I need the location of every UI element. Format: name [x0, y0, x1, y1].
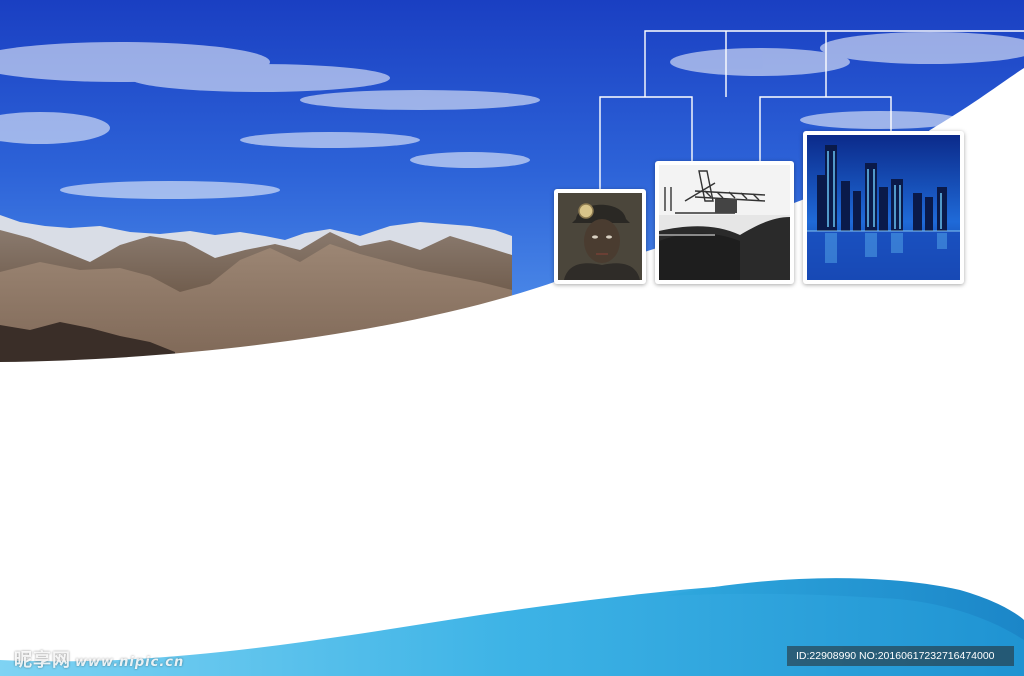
- coal-machinery-photo: [655, 161, 794, 284]
- watermark-brand: 昵享网 www.nipic.cn: [14, 646, 184, 672]
- watermark-site: www.nipic.cn: [75, 655, 185, 670]
- coal-machinery-photo-image: [659, 165, 790, 280]
- poster-background: 昵享网 www.nipic.cn ID:22908990 NO:201606172…: [0, 0, 1024, 676]
- background-artwork: [0, 0, 1024, 676]
- city-skyline-photo-image: [807, 135, 960, 280]
- watermark-id: ID:22908990 NO:20160617232716474000: [787, 646, 1014, 666]
- miner-photo-image: [558, 193, 642, 280]
- city-skyline-photo: [803, 131, 964, 284]
- watermark-brand-text: 昵享网: [14, 650, 71, 671]
- miner-photo: [554, 189, 646, 284]
